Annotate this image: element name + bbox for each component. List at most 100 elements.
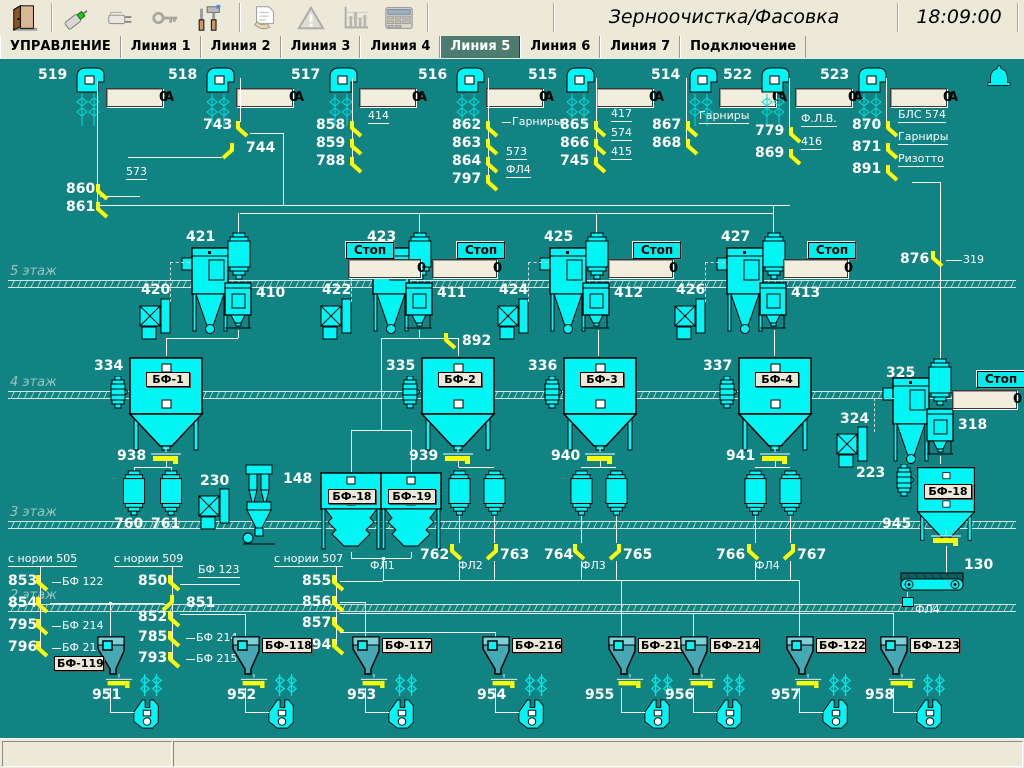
packing-machine-icon[interactable] (132, 698, 162, 730)
packing-machine-icon[interactable] (915, 698, 945, 730)
bin-icon[interactable] (562, 356, 638, 452)
cyclone-icon[interactable] (240, 464, 278, 546)
valve-icon[interactable] (94, 183, 110, 201)
slide-gate-icon[interactable] (615, 674, 645, 688)
machine-icon[interactable] (223, 282, 253, 330)
bin-icon[interactable] (420, 356, 496, 452)
valve-icon[interactable] (220, 142, 236, 160)
valve-icon[interactable] (484, 120, 500, 138)
machine-icon[interactable] (925, 408, 955, 456)
vessel-icon[interactable] (742, 470, 769, 516)
valve-icon[interactable] (330, 574, 346, 592)
bin-icon[interactable] (320, 472, 382, 552)
alarms-button[interactable] (292, 2, 330, 33)
slide-gate-icon[interactable] (359, 674, 389, 688)
vessel-icon[interactable] (155, 470, 187, 516)
tab-line-5[interactable]: Линия 5 (440, 36, 520, 58)
valve-icon[interactable] (484, 156, 500, 174)
hopper-bin-icon[interactable] (232, 636, 260, 676)
valve-icon[interactable] (166, 574, 182, 592)
slide-gate-icon[interactable] (489, 674, 519, 688)
fan-unit-icon[interactable] (139, 298, 173, 340)
packing-machine-icon[interactable] (267, 698, 297, 730)
valve-icon[interactable] (484, 543, 500, 561)
hopper-bin-icon[interactable] (880, 636, 908, 676)
hopper-bin-icon[interactable] (786, 636, 814, 676)
slide-gate-icon[interactable] (239, 674, 269, 688)
valve-icon[interactable] (330, 638, 346, 656)
valve-icon[interactable] (684, 138, 700, 156)
valve-icon[interactable] (787, 148, 803, 166)
conveyor-icon[interactable] (900, 572, 964, 592)
vessel-icon[interactable] (926, 358, 954, 406)
valve-icon[interactable] (34, 574, 50, 592)
disconnect-button[interactable] (102, 2, 140, 33)
valve-icon[interactable] (34, 596, 50, 614)
vessel-icon[interactable] (446, 470, 473, 516)
valve-icon[interactable] (684, 120, 700, 138)
packing-machine-icon[interactable] (517, 698, 547, 730)
alarm-bell-icon[interactable] (986, 64, 1012, 90)
hopper-bin-icon[interactable] (482, 636, 510, 676)
report-button[interactable] (246, 2, 284, 33)
valve-icon[interactable] (348, 120, 364, 138)
vessel-icon[interactable] (777, 470, 804, 516)
packing-machine-icon[interactable] (387, 698, 417, 730)
valve-icon[interactable] (484, 138, 500, 156)
valve-icon[interactable] (442, 332, 458, 350)
valve-icon[interactable] (94, 201, 110, 219)
vessel-icon[interactable] (568, 470, 595, 516)
packing-machine-icon[interactable] (715, 698, 745, 730)
valve-icon[interactable] (607, 543, 623, 561)
access-key-button[interactable] (146, 2, 184, 33)
vessel-icon[interactable] (603, 470, 630, 516)
valve-icon[interactable] (592, 156, 608, 174)
hopper-bin-icon[interactable] (680, 636, 708, 676)
tab-line-3[interactable]: Линия 3 (281, 36, 361, 58)
machine-icon[interactable] (404, 282, 434, 330)
fan-unit-icon[interactable] (674, 298, 708, 340)
valve-icon[interactable] (348, 156, 364, 174)
valve-icon[interactable] (592, 120, 608, 138)
control-panel-button[interactable] (380, 2, 418, 33)
tab-podkluchenie[interactable]: Подключение (680, 36, 806, 58)
valve-icon[interactable] (34, 618, 50, 636)
valve-icon[interactable] (166, 630, 182, 648)
tab-line-6[interactable]: Линия 6 (520, 36, 600, 58)
pump-icon[interactable] (108, 376, 128, 412)
valve-icon[interactable] (330, 595, 346, 613)
slide-gate-icon[interactable] (687, 674, 717, 688)
slide-gate-icon[interactable] (793, 674, 823, 688)
bin-icon[interactable] (737, 356, 813, 452)
bin-icon[interactable] (128, 356, 204, 452)
slide-gate-icon[interactable] (887, 674, 917, 688)
valve-icon[interactable] (166, 610, 182, 628)
valve-icon[interactable] (484, 174, 500, 192)
connect-button[interactable] (58, 2, 96, 33)
machine-icon[interactable] (581, 282, 611, 330)
machine-icon[interactable] (758, 282, 788, 330)
valve-icon[interactable] (348, 138, 364, 156)
slide-gate-icon[interactable] (104, 674, 134, 688)
service-button[interactable] (190, 2, 228, 33)
valve-icon[interactable] (592, 138, 608, 156)
fan-unit-icon[interactable] (198, 488, 232, 530)
vessel-icon[interactable] (583, 232, 611, 280)
valve-icon[interactable] (781, 543, 797, 561)
pump-icon[interactable] (717, 376, 737, 412)
hopper-bin-icon[interactable] (608, 636, 636, 676)
stop-button[interactable]: Стоп (808, 242, 856, 259)
fan-unit-icon[interactable] (320, 298, 354, 340)
jet-filter-icon[interactable] (72, 64, 106, 132)
stop-button[interactable]: Стоп (633, 242, 681, 259)
packing-machine-icon[interactable] (821, 698, 851, 730)
tab-line-4[interactable]: Линия 4 (360, 36, 440, 58)
stop-button[interactable]: Стоп (346, 242, 394, 259)
pump-icon[interactable] (400, 376, 420, 412)
tab-line-2[interactable]: Линия 2 (201, 36, 281, 58)
hopper-bin-icon[interactable] (352, 636, 380, 676)
trends-button[interactable] (336, 2, 374, 33)
valve-icon[interactable] (234, 120, 250, 138)
stop-button[interactable]: Стоп (977, 371, 1024, 388)
tab-line-7[interactable]: Линия 7 (600, 36, 680, 58)
